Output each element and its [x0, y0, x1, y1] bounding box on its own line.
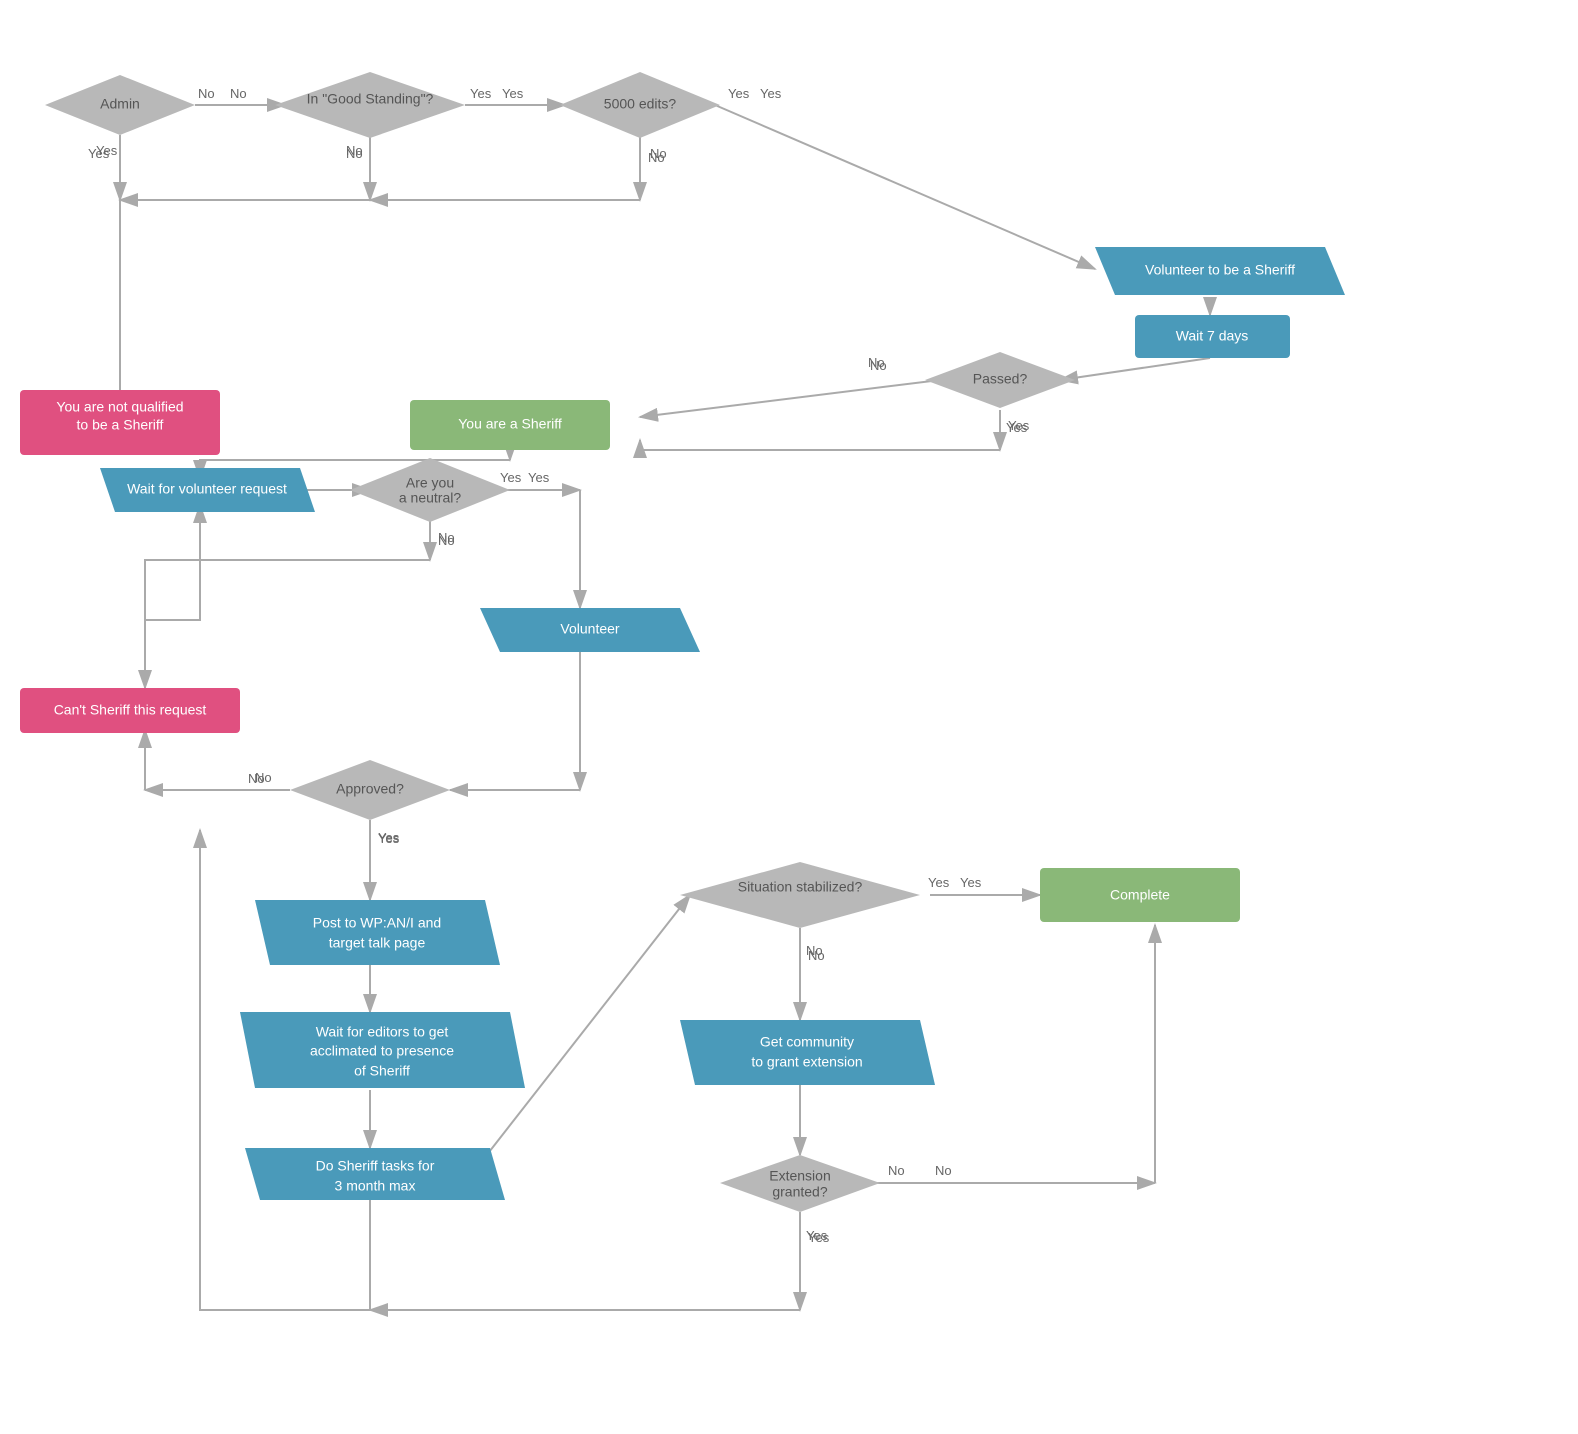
admin-no-label: No: [198, 86, 215, 101]
passed-no-label: No: [868, 355, 885, 370]
extension-label2: granted?: [772, 1184, 827, 1200]
wait-editors-label1: Wait for editors to get: [316, 1024, 449, 1040]
svg-text:No: No: [230, 86, 247, 101]
situation-label1: Situation stabilized?: [738, 879, 863, 895]
get-community-label2: to grant extension: [751, 1054, 862, 1070]
wait-editors-label3: of Sheriff: [354, 1063, 410, 1079]
admin-label: Admin: [100, 96, 140, 112]
edits-yes-label: Yes: [728, 86, 750, 101]
extension-label1: Extension: [769, 1168, 830, 1184]
svg-text:No: No: [935, 1163, 952, 1178]
passed-yes-label: Yes: [1006, 420, 1028, 435]
situation-yes-label: Yes: [928, 875, 950, 890]
volunteer-label: Volunteer: [560, 621, 619, 637]
approved-label: Approved?: [336, 781, 404, 797]
edits-no-label: No: [648, 150, 665, 165]
get-community-node: [680, 1020, 935, 1085]
post-wp-label2: target talk page: [329, 935, 426, 951]
edits-label: 5000 edits?: [604, 96, 677, 112]
svg-text:Yes: Yes: [760, 86, 782, 101]
situation-no-label: No: [806, 943, 823, 958]
passed-label: Passed?: [973, 371, 1028, 387]
extension-yes-label: Yes: [806, 1228, 828, 1243]
good-no-label: No: [346, 146, 363, 161]
extension-no-label: No: [888, 1163, 905, 1178]
svg-text:Yes: Yes: [502, 86, 524, 101]
neutral-label1: Are you: [406, 475, 454, 491]
svg-text:Yes: Yes: [960, 875, 982, 890]
approved-yes-label: Yes: [378, 831, 400, 846]
wait-7-days-label: Wait 7 days: [1176, 328, 1249, 344]
not-qualified-label: You are not qualified: [56, 399, 183, 415]
svg-text:Yes: Yes: [528, 470, 550, 485]
good-standing-label: In "Good Standing"?: [307, 91, 434, 107]
do-sheriff-label1: Do Sheriff tasks for: [316, 1158, 435, 1174]
cant-sheriff-label: Can't Sheriff this request: [54, 702, 207, 718]
volunteer-sheriff-label: Volunteer to be a Sheriff: [1145, 262, 1295, 278]
wait-volunteer-label: Wait for volunteer request: [127, 481, 287, 497]
situation-diamond: [680, 862, 920, 928]
neutral-label2: a neutral?: [399, 490, 461, 506]
neutral-yes-label: Yes: [500, 470, 522, 485]
admin-yes-label: Yes: [88, 146, 110, 161]
neutral-no-label: No: [438, 533, 455, 548]
flowchart: No Yes Yes Yes No No No Yes Yes No: [0, 0, 1578, 1434]
approved-no-label: No: [248, 771, 265, 786]
post-wp-label1: Post to WP:AN/I and: [313, 915, 441, 931]
you-are-sheriff-label: You are a Sheriff: [458, 416, 562, 432]
post-wp-node: [255, 900, 500, 965]
complete-label: Complete: [1110, 887, 1170, 903]
not-qualified-label2: to be a Sheriff: [77, 417, 164, 433]
wait-editors-label2: acclimated to presence: [310, 1043, 454, 1059]
do-sheriff-label2: 3 month max: [335, 1178, 416, 1194]
get-community-label1: Get community: [760, 1034, 854, 1050]
good-standing-yes-label: Yes: [470, 86, 492, 101]
